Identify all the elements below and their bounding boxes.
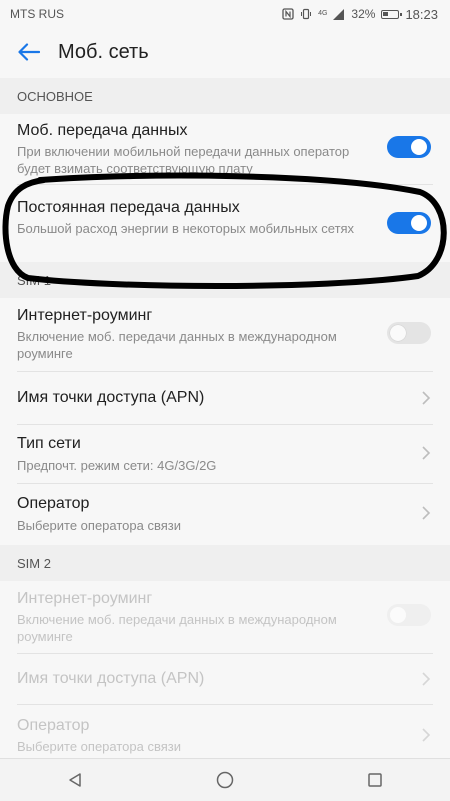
app-header: Моб. сеть xyxy=(0,28,450,76)
setting-description: Большой расход энергии в некоторых мобил… xyxy=(17,221,355,236)
always-on-data-setting[interactable]: Постоянная передача данных Большой расхо… xyxy=(0,185,450,260)
section-title: ОСНОВНОЕ xyxy=(17,88,93,104)
status-bar: MTS RUS 4G 32% 18:23 xyxy=(0,0,450,28)
circle-home-icon xyxy=(216,771,234,789)
signal-icon xyxy=(333,8,345,20)
setting-label: Имя точки доступа (APN) xyxy=(17,670,205,687)
triangle-back-icon xyxy=(69,773,81,787)
sim1-roaming-setting[interactable]: Интернет-роуминг Включение моб. передачи… xyxy=(0,298,450,370)
nav-recents-button[interactable] xyxy=(355,762,395,798)
setting-label: Имя точки доступа (APN) xyxy=(17,389,205,406)
battery-icon xyxy=(381,9,403,19)
setting-label: Тип сети xyxy=(17,435,81,452)
page-title: Моб. сеть xyxy=(58,40,149,63)
sim1-operator-setting[interactable]: Оператор Выберите оператора связи xyxy=(0,484,450,542)
setting-description: При включении мобильной передачи данных … xyxy=(17,144,350,176)
section-header-sim1: SIM 1 xyxy=(0,262,450,298)
section-title: SIM 2 xyxy=(17,555,51,571)
back-button[interactable] xyxy=(0,28,58,76)
sim2-roaming-toggle xyxy=(387,604,431,626)
setting-label: Постоянная передача данных xyxy=(17,199,240,216)
mobile-data-setting[interactable]: Моб. передача данных При включении мобил… xyxy=(0,114,450,184)
vibrate-icon xyxy=(301,8,312,20)
navigation-bar xyxy=(0,758,450,801)
sim1-apn-setting[interactable]: Имя точки доступа (APN) xyxy=(0,372,450,424)
section-header-sim2: SIM 2 xyxy=(0,545,450,581)
setting-label: Оператор xyxy=(17,717,90,734)
sim2-apn-setting: Имя точки доступа (APN) xyxy=(0,654,450,704)
chevron-right-icon xyxy=(422,506,431,520)
chevron-right-icon xyxy=(422,672,431,686)
sim1-roaming-toggle[interactable] xyxy=(387,322,431,344)
section-header-basic: ОСНОВНОЕ xyxy=(0,78,450,114)
chevron-right-icon xyxy=(422,391,431,405)
chevron-right-icon xyxy=(422,446,431,460)
nav-home-button[interactable] xyxy=(205,762,245,798)
sim1-network-type-setting[interactable]: Тип сети Предпочт. режим сети: 4G/3G/2G xyxy=(0,425,450,483)
setting-description: Выберите оператора связи xyxy=(17,518,181,533)
clock: 18:23 xyxy=(405,6,438,22)
section-title: SIM 1 xyxy=(17,272,51,288)
setting-label: Интернет-роуминг xyxy=(17,590,153,607)
square-recents-icon xyxy=(368,773,382,787)
setting-description: Включение моб. передачи данных в междуна… xyxy=(17,612,337,644)
setting-description: Предпочт. режим сети: 4G/3G/2G xyxy=(17,458,217,473)
sim2-operator-setting: Оператор Выберите оператора связи xyxy=(0,705,450,757)
mobile-data-toggle[interactable] xyxy=(387,136,431,158)
network-type-badge: 4G xyxy=(318,9,328,17)
nfc-icon xyxy=(282,8,294,20)
arrow-left-icon xyxy=(18,43,40,61)
chevron-right-icon xyxy=(422,728,431,742)
battery-percent: 32% xyxy=(351,7,376,21)
always-on-data-toggle[interactable] xyxy=(387,212,431,234)
setting-label: Интернет-роуминг xyxy=(17,307,153,324)
setting-description: Выберите оператора связи xyxy=(17,739,181,754)
carrier-name: MTS RUS xyxy=(10,7,64,21)
status-icons: 4G 32% 18:23 xyxy=(282,7,438,22)
nav-back-button[interactable] xyxy=(55,762,95,798)
setting-label: Оператор xyxy=(17,495,90,512)
setting-label: Моб. передача данных xyxy=(17,122,188,139)
sim2-roaming-setting: Интернет-роуминг Включение моб. передачи… xyxy=(0,581,450,653)
setting-description: Включение моб. передачи данных в междуна… xyxy=(17,329,337,361)
